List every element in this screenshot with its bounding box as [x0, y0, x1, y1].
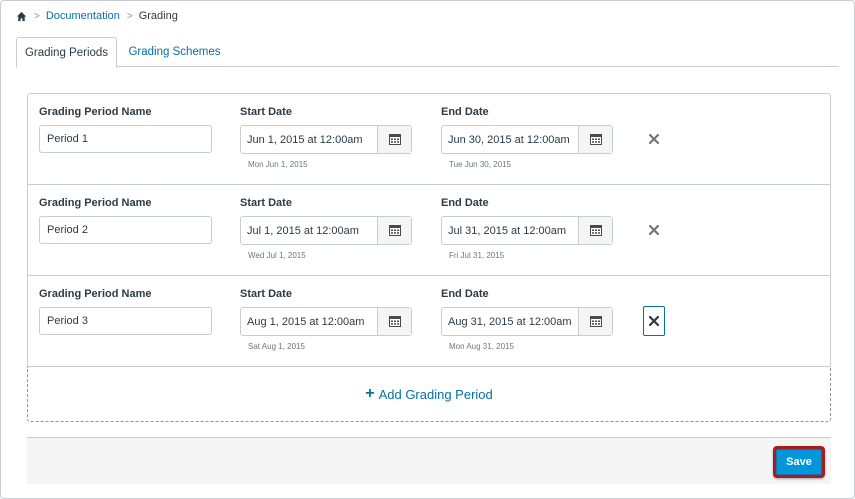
breadcrumb-current: Grading — [138, 10, 178, 22]
close-icon — [649, 134, 659, 144]
start-date-calendar-button[interactable] — [377, 308, 411, 335]
grading-period-name-input[interactable]: Period 1 — [39, 125, 212, 153]
breadcrumb: > Documentation > Grading — [16, 9, 178, 23]
start-date-input[interactable]: Jun 1, 2015 at 12:00am — [241, 126, 377, 153]
end-date-input[interactable]: Jul 31, 2015 at 12:00am — [442, 217, 578, 244]
end-date-label: End Date — [441, 106, 489, 118]
delete-period-button[interactable] — [643, 306, 665, 336]
start-date-hint: Wed Jul 1, 2015 — [248, 251, 306, 260]
plus-icon: + — [365, 385, 375, 402]
calendar-icon — [589, 225, 602, 236]
start-date-label: Start Date — [240, 197, 292, 209]
tab-bar: Grading Periods Grading Schemes — [16, 37, 839, 68]
add-grading-period-label: Add Grading Period — [378, 386, 493, 402]
grading-period-name-input[interactable]: Period 2 — [39, 216, 212, 244]
grading-period-name-input[interactable]: Period 3 — [39, 307, 212, 335]
start-date-field: Jun 1, 2015 at 12:00am — [240, 125, 412, 154]
end-date-field: Aug 31, 2015 at 12:00am — [441, 307, 613, 336]
tab-grading-periods[interactable]: Grading Periods — [16, 37, 117, 68]
breadcrumb-documentation-link[interactable]: Documentation — [46, 10, 120, 22]
delete-period-button[interactable] — [643, 124, 665, 154]
form-footer: Save — [27, 437, 831, 484]
start-date-label: Start Date — [240, 288, 292, 300]
start-date-label: Start Date — [240, 106, 292, 118]
delete-period-button[interactable] — [643, 215, 665, 245]
start-date-field: Jul 1, 2015 at 12:00am — [240, 216, 412, 245]
calendar-icon — [388, 316, 401, 327]
close-icon — [649, 316, 659, 326]
start-date-hint: Mon Jun 1, 2015 — [248, 160, 308, 169]
end-date-input[interactable]: Aug 31, 2015 at 12:00am — [442, 308, 578, 335]
start-date-input[interactable]: Aug 1, 2015 at 12:00am — [241, 308, 377, 335]
start-date-input[interactable]: Jul 1, 2015 at 12:00am — [241, 217, 377, 244]
grading-page: > Documentation > Grading Grading Period… — [0, 0, 855, 499]
grading-period-row: Grading Period Name Start Date End Date … — [27, 93, 831, 185]
end-date-calendar-button[interactable] — [578, 126, 612, 153]
grading-period-name-label: Grading Period Name — [39, 288, 152, 300]
add-grading-period-button[interactable]: + Add Grading Period — [27, 367, 831, 422]
breadcrumb-separator: > — [126, 10, 133, 22]
tab-grading-schemes[interactable]: Grading Schemes — [117, 37, 232, 67]
end-date-hint: Tue Jun 30, 2015 — [449, 160, 511, 169]
end-date-field: Jul 31, 2015 at 12:00am — [441, 216, 613, 245]
end-date-hint: Fri Jul 31, 2015 — [449, 251, 505, 260]
calendar-icon — [589, 134, 602, 145]
calendar-icon — [388, 134, 401, 145]
end-date-field: Jun 30, 2015 at 12:00am — [441, 125, 613, 154]
end-date-label: End Date — [441, 197, 489, 209]
start-date-calendar-button[interactable] — [377, 126, 411, 153]
start-date-hint: Sat Aug 1, 2015 — [248, 342, 305, 351]
end-date-hint: Mon Aug 31, 2015 — [449, 342, 514, 351]
grading-period-name-label: Grading Period Name — [39, 197, 152, 209]
home-icon[interactable] — [16, 11, 27, 22]
calendar-icon — [589, 316, 602, 327]
breadcrumb-separator: > — [34, 10, 40, 22]
end-date-input[interactable]: Jun 30, 2015 at 12:00am — [442, 126, 578, 153]
grading-period-row: Grading Period Name Start Date End Date … — [27, 275, 831, 367]
start-date-calendar-button[interactable] — [377, 217, 411, 244]
grading-period-name-label: Grading Period Name — [39, 106, 152, 118]
close-icon — [649, 225, 659, 235]
start-date-field: Aug 1, 2015 at 12:00am — [240, 307, 412, 336]
end-date-label: End Date — [441, 288, 489, 300]
save-button[interactable]: Save — [776, 449, 822, 475]
grading-period-row: Grading Period Name Start Date End Date … — [27, 184, 831, 276]
end-date-calendar-button[interactable] — [578, 217, 612, 244]
calendar-icon — [388, 225, 401, 236]
end-date-calendar-button[interactable] — [578, 308, 612, 335]
save-highlight: Save — [773, 446, 825, 478]
